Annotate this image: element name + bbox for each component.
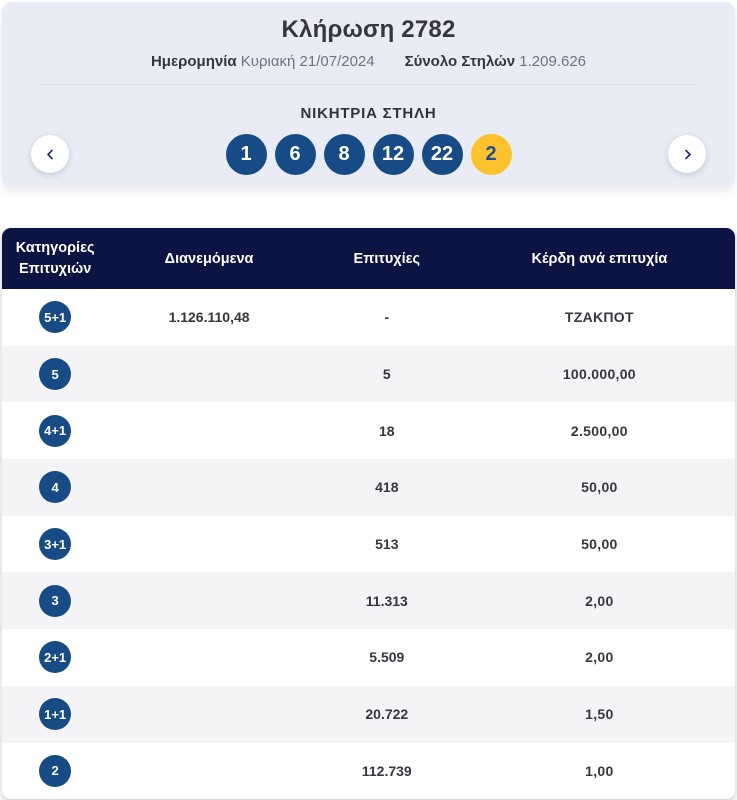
winning-number-ball: 12 (372, 134, 414, 175)
winners-cell: 513 (375, 536, 399, 553)
divider (40, 84, 697, 85)
category-badge: 3 (39, 584, 72, 617)
winners-cell: 20.722 (365, 706, 409, 723)
table-row: 1+1 20.722 1,50 (2, 685, 735, 743)
column-header-prize: Κέρδη ανά επιτυχία (531, 250, 668, 267)
winners-cell: - (384, 309, 390, 326)
prize-cell: 50,00 (581, 479, 618, 496)
category-badge: 5 (39, 358, 72, 391)
bonus-number-ball: 2 (470, 134, 512, 175)
total-columns-label: Σύνολο Στηλών (404, 53, 516, 70)
table-row: 5 5 100.000,00 (2, 345, 735, 403)
prize-cell: 2,00 (585, 649, 614, 666)
prize-cell: 1,50 (585, 706, 614, 723)
winners-cell: 5 (382, 366, 391, 383)
category-badge: 3+1 (39, 528, 72, 561)
table-row: 2+1 5.509 2,00 (2, 629, 735, 686)
category-cell: 2 (2, 754, 108, 787)
category-cell: 1+1 (2, 698, 108, 731)
category-cell: 4+1 (2, 414, 108, 447)
winning-number-ball: 6 (274, 134, 316, 175)
winners-cell: 18 (379, 422, 395, 439)
category-cell: 3 (2, 584, 108, 617)
table-row: 4 418 50,00 (2, 459, 735, 516)
draw-date: Ημερομηνία Κυριακή 21/07/2024 (151, 53, 375, 70)
category-cell: 2+1 (2, 641, 108, 674)
draw-date-label: Ημερομηνία (150, 53, 237, 70)
page-title: Κλήρωση 2782 (281, 16, 456, 43)
category-cell: 4 (2, 471, 108, 504)
chevron-right-icon (680, 147, 695, 162)
prize-cell: 2.500,00 (570, 422, 628, 439)
table-row: 5+1 1.126.110,48 - ΤΖΑΚΠΟΤ (2, 289, 735, 346)
category-badge: 4 (39, 471, 72, 504)
winners-cell: 11.313 (365, 592, 408, 609)
draw-meta: Ημερομηνία Κυριακή 21/07/2024 Σύνολο Στη… (2, 53, 735, 70)
prize-table: Κατηγορίες Επιτυχιών Διανεμόμενα Επιτυχί… (2, 228, 735, 800)
prize-cell: ΤΖΑΚΠΟΤ (564, 309, 634, 326)
table-row: 2 112.739 1,00 (2, 742, 735, 800)
category-badge: 2+1 (39, 641, 72, 674)
table-row: 3+1 513 50,00 (2, 515, 735, 573)
prize-cell: 1,00 (585, 762, 614, 779)
category-badge: 5+1 (39, 301, 72, 334)
column-header-winners: Επιτυχίες (353, 250, 421, 267)
draw-summary-panel: Κλήρωση 2782 Ημερομηνία Κυριακή 21/07/20… (2, 2, 735, 187)
category-badge: 1+1 (39, 698, 72, 731)
distributed-cell: 1.126.110,48 (168, 309, 250, 326)
winners-cell: 5.509 (369, 649, 405, 666)
winners-cell: 112.739 (361, 762, 412, 779)
prize-table-header: Κατηγορίες Επιτυχιών Διανεμόμενα Επιτυχί… (2, 228, 735, 289)
category-cell: 5+1 (2, 301, 108, 334)
chevron-left-icon (43, 147, 58, 162)
draw-date-value: Κυριακή 21/07/2024 (240, 53, 375, 70)
category-cell: 5 (2, 358, 108, 391)
column-header-categories: Κατηγορίες Επιτυχιών (15, 240, 95, 277)
winning-numbers: 1 6 8 12 22 2 (2, 134, 735, 175)
next-draw-button[interactable] (668, 135, 706, 173)
category-badge: 2 (39, 754, 72, 787)
prize-table-body: 5+1 1.126.110,48 - ΤΖΑΚΠΟΤ 5 5 100.000,00 4+1 18… (2, 289, 735, 800)
prize-cell: 2,00 (585, 592, 614, 609)
prize-cell: 50,00 (581, 536, 618, 553)
winning-number-ball: 8 (323, 134, 365, 175)
winners-cell: 418 (375, 479, 399, 496)
prize-cell: 100.000,00 (562, 366, 636, 383)
winning-number-ball: 22 (421, 134, 463, 175)
total-columns: Σύνολο Στηλών 1.209.626 (405, 53, 586, 70)
category-badge: 4+1 (39, 414, 72, 447)
previous-draw-button[interactable] (31, 135, 69, 173)
category-cell: 3+1 (2, 528, 108, 561)
winning-column-title: ΝΙΚΗΤΡΙΑ ΣΤΗΛΗ (300, 105, 437, 122)
winning-number-ball: 1 (225, 134, 267, 175)
table-row: 3 11.313 2,00 (2, 572, 735, 630)
total-columns-value: 1.209.626 (519, 53, 587, 70)
column-header-distributed: Διανεμόμενα (164, 250, 254, 267)
table-row: 4+1 18 2.500,00 (2, 402, 735, 460)
